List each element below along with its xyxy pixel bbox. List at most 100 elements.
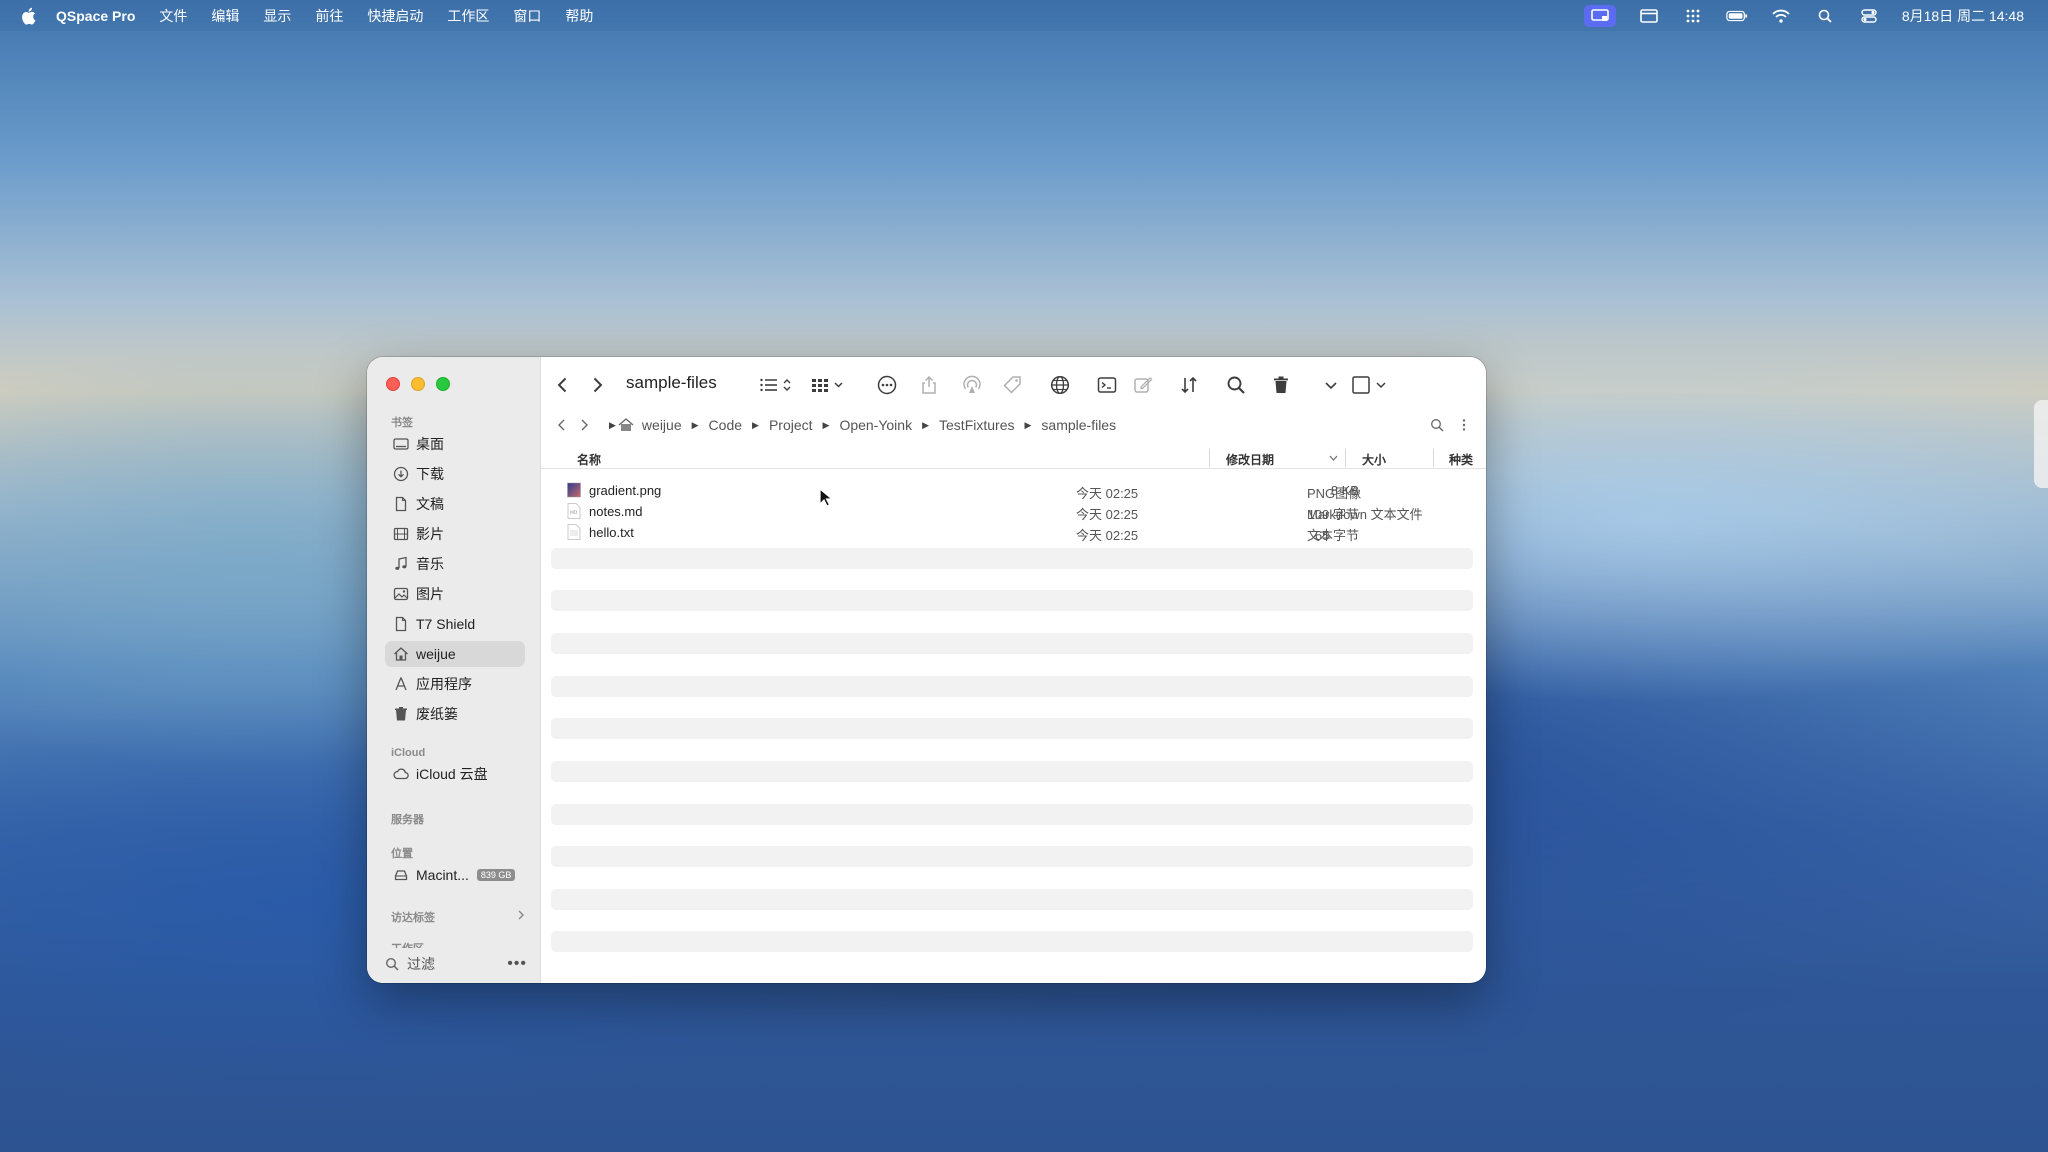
breadcrumb-testfixtures[interactable]: TestFixtures (939, 417, 1014, 433)
file-row[interactable]: hello.txt 今天 02:25 65 字节 文本 (551, 522, 1473, 543)
menu-file[interactable]: 文件 (159, 6, 187, 26)
window-controls (386, 377, 450, 391)
breadcrumb-project[interactable]: Project (769, 417, 813, 433)
spotlight-search-icon[interactable] (1814, 8, 1836, 24)
file-row[interactable]: gradient.png 今天 02:25 8 KB PNG图像 (551, 480, 1473, 501)
sidebar-item-desktop[interactable]: 桌面 (385, 431, 525, 457)
side-panel-handle[interactable] (2034, 400, 2048, 488)
column-header-name[interactable]: 名称 (577, 451, 601, 468)
menu-go[interactable]: 前往 (315, 6, 343, 26)
more-vertical-icon[interactable] (1462, 418, 1466, 432)
column-divider[interactable] (1433, 449, 1434, 467)
sidebar-item-label: Macint... (416, 867, 469, 883)
breadcrumb-code[interactable]: Code (709, 417, 742, 433)
column-divider[interactable] (1209, 449, 1210, 467)
terminal-button[interactable] (1097, 374, 1117, 396)
file-modified: 今天 02:25 (1076, 507, 1139, 522)
control-center-icon[interactable] (1858, 8, 1880, 24)
menu-workspace[interactable]: 工作区 (447, 6, 489, 26)
menubar-clock[interactable]: 8月18日 周二 14:48 (1902, 6, 2024, 26)
view-mode-button[interactable] (759, 374, 795, 396)
sidebar-item-pictures[interactable]: 图片 (385, 581, 525, 607)
share-icon (922, 375, 936, 394)
share-button[interactable] (919, 374, 939, 396)
breadcrumb-sample-files[interactable]: sample-files (1041, 417, 1116, 433)
sidebar-filter[interactable]: 过滤 ••• (385, 953, 527, 975)
edit-button[interactable] (1133, 374, 1153, 396)
cloud-icon (393, 768, 409, 780)
chevron-left-icon[interactable] (557, 419, 567, 431)
tag-icon (1003, 376, 1021, 394)
sidebar-item-t7-shield[interactable]: T7 Shield (385, 611, 525, 637)
layout-button[interactable] (1351, 374, 1391, 396)
search-icon (385, 957, 399, 971)
column-header-kind[interactable]: 种类 (1449, 451, 1473, 468)
file-name: hello.txt (589, 525, 634, 540)
sidebar-section-tags[interactable]: 访达标签 (391, 909, 525, 925)
text-file-icon (567, 524, 581, 540)
menu-help[interactable]: 帮助 (565, 6, 593, 26)
menu-quick-launch[interactable]: 快捷启动 (367, 6, 423, 26)
column-header-size[interactable]: 大小 (1362, 451, 1386, 468)
sidebar-item-trash[interactable]: 废纸篓 (385, 701, 525, 727)
path-separator: ▶ (752, 419, 759, 430)
sidebar-section-servers: 服务器 (391, 814, 424, 826)
sidebar-item-label: weijue (416, 646, 456, 662)
sort-button[interactable] (1179, 374, 1199, 396)
apple-icon[interactable] (20, 7, 36, 25)
group-button[interactable] (811, 374, 847, 396)
minimize-button[interactable] (411, 377, 425, 391)
actions-button[interactable] (877, 374, 897, 396)
zoom-button[interactable] (436, 377, 450, 391)
sidebar-item-movies[interactable]: 影片 (385, 521, 525, 547)
file-row[interactable]: MD notes.md 今天 02:25 109 字节 Markdown 文本文… (551, 501, 1473, 522)
forward-button[interactable] (587, 374, 607, 396)
sidebar-item-music[interactable]: 音乐 (385, 551, 525, 577)
list-view-icon (760, 378, 791, 392)
breadcrumb-open-yoink[interactable]: Open-Yoink (839, 417, 912, 433)
panel-layout-icon (1352, 376, 1386, 394)
menu-window[interactable]: 窗口 (513, 6, 541, 26)
battery-icon[interactable] (1726, 8, 1748, 24)
menu-edit[interactable]: 编辑 (211, 6, 239, 26)
column-header-modified[interactable]: 修改日期 (1226, 451, 1274, 468)
sidebar-section-workspace: 工作区 (391, 940, 424, 948)
file-modified: 今天 02:25 (1076, 486, 1139, 501)
grid-icon[interactable] (1682, 8, 1704, 24)
window-icon[interactable] (1638, 8, 1660, 24)
more-options-icon[interactable]: ••• (507, 955, 527, 973)
airdrop-button[interactable] (962, 374, 982, 396)
filter-placeholder[interactable]: 过滤 (407, 954, 435, 974)
sidebar-item-macintosh-hd[interactable]: Macint... 839 GB (385, 862, 525, 888)
sidebar-item-icloud-drive[interactable]: iCloud 云盘 (385, 761, 525, 787)
sidebar-item-documents[interactable]: 文稿 (385, 491, 525, 517)
file-modified: 今天 02:25 (1076, 528, 1139, 543)
app-menu[interactable]: QSpace Pro (56, 8, 135, 24)
globe-icon (1050, 375, 1070, 395)
disk-icon (394, 870, 408, 881)
sidebar-item-label: 影片 (416, 526, 444, 542)
screen-mirroring-icon[interactable] (1583, 4, 1616, 27)
wifi-icon[interactable] (1770, 8, 1792, 24)
terminal-icon (1097, 377, 1117, 393)
sidebar-item-downloads[interactable]: 下载 (385, 461, 525, 487)
network-button[interactable] (1050, 374, 1070, 396)
back-button[interactable] (553, 374, 573, 396)
column-divider[interactable] (1345, 449, 1346, 467)
search-icon[interactable] (1430, 418, 1444, 432)
close-button[interactable] (386, 377, 400, 391)
chevron-right-icon[interactable] (579, 419, 589, 431)
menu-view[interactable]: 显示 (263, 6, 291, 26)
trash-icon (1274, 376, 1288, 393)
file-name: notes.md (589, 504, 643, 519)
search-button[interactable] (1226, 374, 1246, 396)
sidebar-item-applications[interactable]: 应用程序 (385, 671, 525, 697)
empty-row (551, 804, 1473, 825)
sidebar-item-home[interactable]: weijue (385, 641, 525, 667)
document-icon (395, 496, 407, 512)
delete-button[interactable] (1271, 374, 1291, 396)
svg-text:MD: MD (570, 510, 578, 516)
tag-button[interactable] (1003, 374, 1023, 396)
breadcrumb-weijue[interactable]: weijue (642, 417, 682, 433)
toolbar-overflow-button[interactable] (1321, 374, 1341, 396)
